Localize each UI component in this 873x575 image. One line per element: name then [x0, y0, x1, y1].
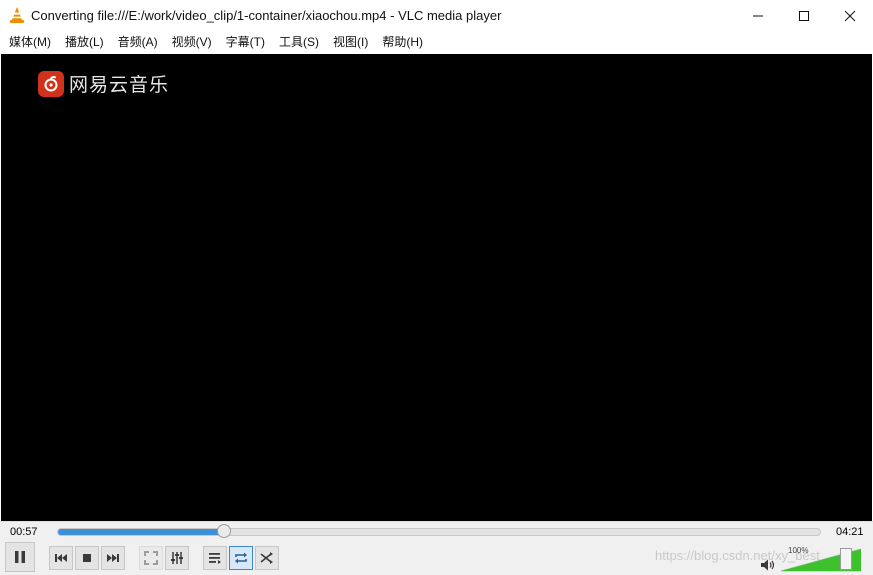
- menu-video[interactable]: 视频(V): [167, 31, 217, 54]
- maximize-button[interactable]: [781, 0, 827, 31]
- title-bar: Converting file:///E:/work/video_clip/1-…: [0, 0, 873, 31]
- loop-icon: [235, 552, 247, 564]
- volume-handle[interactable]: [840, 548, 852, 570]
- menu-subtitle[interactable]: 字幕(T): [221, 31, 270, 54]
- watermark-text: 网易云音乐: [69, 75, 170, 96]
- window-title: Converting file:///E:/work/video_clip/1-…: [31, 8, 502, 23]
- total-time: 04:21: [836, 526, 864, 538]
- menu-help[interactable]: 帮助(H): [377, 31, 428, 54]
- skip-next-icon: [107, 554, 119, 562]
- vlc-cone-icon: [10, 7, 24, 23]
- playlist-icon: [209, 553, 221, 564]
- menu-media[interactable]: 媒体(M): [4, 31, 56, 54]
- shuffle-button[interactable]: [255, 546, 279, 570]
- previous-button[interactable]: [49, 546, 73, 570]
- pause-button[interactable]: [5, 542, 35, 572]
- video-watermark: 网易云音乐: [38, 70, 169, 97]
- seek-progress: [58, 529, 225, 535]
- seek-handle[interactable]: [216, 524, 231, 538]
- menu-view[interactable]: 视图(I): [328, 31, 373, 54]
- fullscreen-button[interactable]: [139, 546, 163, 570]
- elapsed-time: 00:57: [10, 526, 38, 538]
- volume-control[interactable]: 100%: [760, 546, 861, 572]
- loop-button[interactable]: [229, 546, 253, 570]
- shuffle-icon: [260, 552, 273, 564]
- seek-bar[interactable]: [57, 528, 821, 536]
- pause-icon: [15, 551, 25, 563]
- equalizer-sliders-icon: [171, 552, 183, 564]
- netease-music-logo-icon: [38, 70, 64, 97]
- stop-icon: [83, 554, 91, 562]
- menu-playback[interactable]: 播放(L): [60, 31, 109, 54]
- close-icon: [844, 10, 856, 21]
- minimize-icon: [753, 15, 763, 16]
- skip-previous-icon: [55, 554, 67, 562]
- fullscreen-icon: [144, 551, 158, 565]
- menu-bar: 媒体(M) 播放(L) 音频(A) 视频(V) 字幕(T) 工具(S) 视图(I…: [0, 31, 873, 54]
- maximize-icon: [799, 10, 809, 21]
- next-button[interactable]: [101, 546, 125, 570]
- stop-button[interactable]: [75, 546, 99, 570]
- menu-tools[interactable]: 工具(S): [274, 31, 324, 54]
- control-bar: 00:57 04:21 https://blog.csdn.net/xy_bes…: [0, 521, 873, 575]
- speaker-icon[interactable]: [760, 558, 776, 572]
- video-display[interactable]: 网易云音乐: [1, 54, 872, 521]
- playlist-button[interactable]: [203, 546, 227, 570]
- menu-audio[interactable]: 音频(A): [113, 31, 163, 54]
- minimize-button[interactable]: [735, 0, 781, 31]
- extended-settings-button[interactable]: [165, 546, 189, 570]
- close-button[interactable]: [827, 0, 873, 31]
